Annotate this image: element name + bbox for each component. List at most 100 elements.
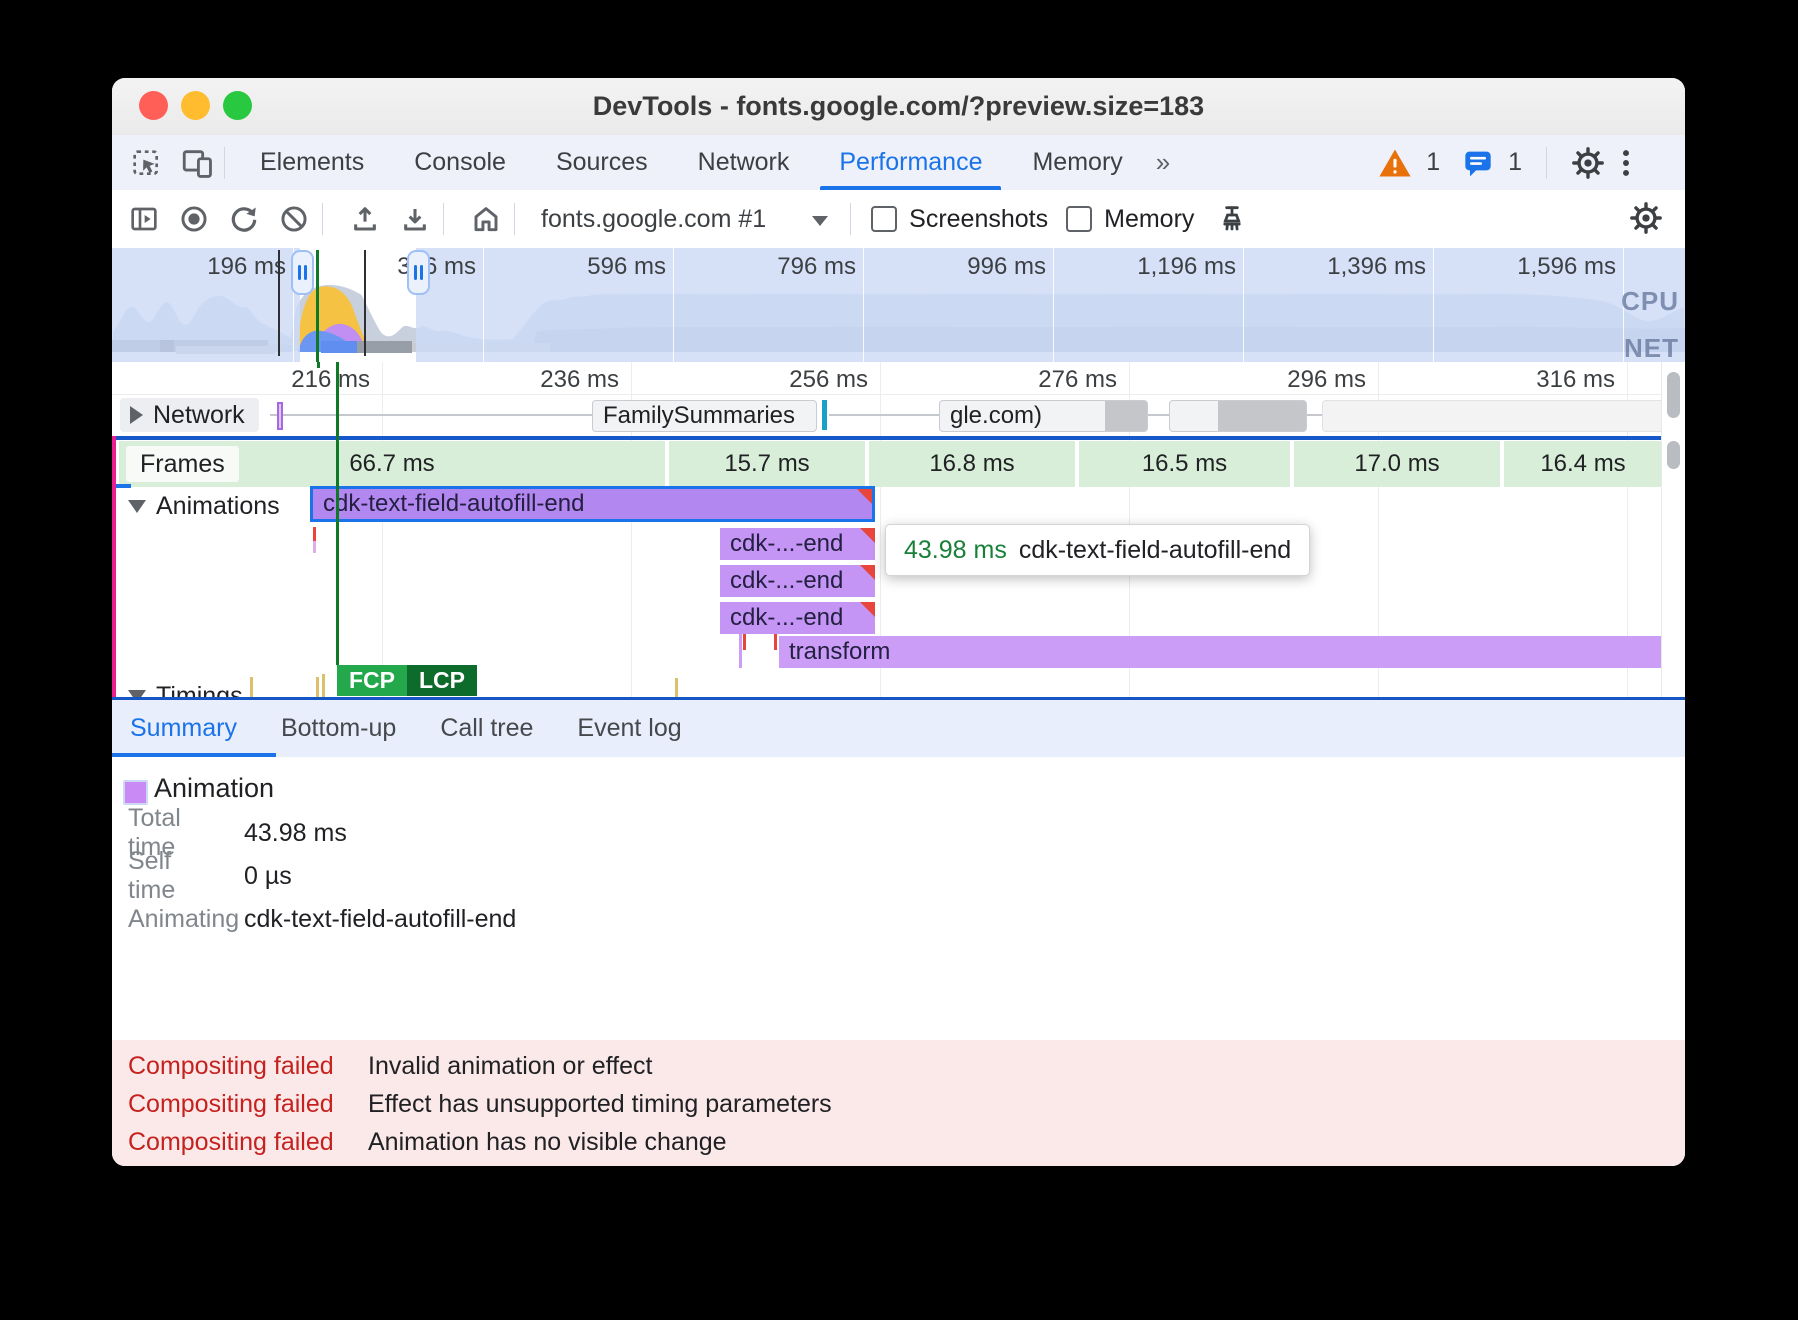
- tab-elements[interactable]: Elements: [235, 135, 389, 190]
- row-label: Animating: [128, 905, 224, 934]
- long-task-corner-icon: [860, 528, 875, 543]
- network-request[interactable]: gle.com): [939, 400, 1148, 432]
- tab-event-log[interactable]: Event log: [555, 714, 703, 743]
- chevron-down-icon[interactable]: [812, 216, 828, 226]
- frame-duration: 15.7 ms: [724, 450, 809, 478]
- record-button[interactable]: [176, 201, 212, 237]
- home-icon[interactable]: [468, 201, 504, 237]
- scrollbar-thumb[interactable]: [1667, 372, 1680, 418]
- animation-bar[interactable]: cdk-...-end: [720, 565, 875, 597]
- network-request[interactable]: [1322, 400, 1679, 432]
- tab-summary[interactable]: Summary: [112, 714, 259, 743]
- overview-tick: 596 ms: [536, 253, 666, 281]
- timing-tick: [322, 674, 325, 697]
- ruler-tick: 236 ms: [499, 366, 619, 394]
- cpu-label: CPU: [1621, 286, 1679, 317]
- animation-bar-label: cdk-...-end: [730, 567, 843, 595]
- disclosure-triangle-icon: [128, 500, 146, 513]
- summary-pane: Animation Total time 43.98 ms Self time …: [112, 757, 1685, 1166]
- network-request[interactable]: [1169, 400, 1307, 432]
- tooltip-name: cdk-text-field-autofill-end: [1019, 536, 1291, 565]
- inspect-icon[interactable]: [129, 146, 163, 180]
- compositing-warning-row: Compositing failed Animation has no visi…: [128, 1123, 727, 1161]
- animation-bar[interactable]: cdk-...-end: [720, 602, 875, 634]
- animation-color-swatch: [123, 780, 148, 805]
- network-track-label[interactable]: Network: [120, 398, 259, 432]
- transform-bar[interactable]: transform: [779, 636, 1662, 668]
- screenshots-label: Screenshots: [909, 205, 1048, 234]
- divider: [514, 203, 515, 235]
- animations-track-label[interactable]: Animations: [128, 492, 280, 521]
- divider: [850, 203, 851, 235]
- lcp-badge[interactable]: LCP: [407, 665, 477, 696]
- upload-profile-icon[interactable]: [347, 201, 383, 237]
- kebab-menu-icon[interactable]: [1619, 146, 1633, 180]
- device-toolbar-icon[interactable]: [180, 146, 214, 180]
- frame-duration: 17.0 ms: [1354, 450, 1439, 478]
- issues-icon[interactable]: [1462, 147, 1494, 179]
- tab-label: Sources: [556, 148, 648, 177]
- history-select[interactable]: fonts.google.com #1: [541, 205, 766, 234]
- frame-duration: 16.5 ms: [1142, 450, 1227, 478]
- divider: [322, 203, 323, 235]
- reload-record-button[interactable]: [226, 201, 262, 237]
- track-label: Timings: [156, 682, 243, 697]
- transform-tick: [739, 634, 742, 668]
- row-value: 43.98 ms: [244, 819, 347, 848]
- ruler-tick: 256 ms: [748, 366, 868, 394]
- disclosure-triangle-icon: [128, 690, 146, 697]
- frame-cell[interactable]: 16.5 ms: [1079, 441, 1290, 487]
- memory-label: Memory: [1104, 205, 1194, 234]
- frame-cell[interactable]: 17.0 ms: [1294, 441, 1500, 487]
- tab-label: Performance: [839, 148, 982, 177]
- overview-marker-line: [278, 250, 280, 356]
- divider: [443, 203, 444, 235]
- timings-track-label[interactable]: Timings: [128, 682, 243, 697]
- warning-label: Compositing failed: [128, 1128, 346, 1157]
- settings-gear-icon[interactable]: [1571, 146, 1605, 180]
- warning-message: Effect has unsupported timing parameters: [368, 1090, 832, 1119]
- scrollbar-track[interactable]: [1661, 362, 1685, 697]
- tab-sources[interactable]: Sources: [531, 135, 673, 190]
- frame-cell[interactable]: 15.7 ms: [669, 441, 865, 487]
- frame-duration: 66.7 ms: [349, 450, 434, 478]
- summary-row: Self time 0 µs: [128, 859, 292, 893]
- fcp-marker-line: [336, 362, 339, 665]
- fcp-badge[interactable]: FCP: [337, 665, 407, 696]
- tab-performance[interactable]: Performance: [814, 135, 1007, 190]
- collect-garbage-icon[interactable]: [1214, 201, 1250, 237]
- toggle-sidebar-icon[interactable]: [126, 201, 162, 237]
- ruler-tick: 296 ms: [1246, 366, 1366, 394]
- request-solid-bar: [1218, 401, 1306, 431]
- animation-bar-selected[interactable]: cdk-text-field-autofill-end: [310, 486, 875, 522]
- download-profile-icon[interactable]: [397, 201, 433, 237]
- flame-chart[interactable]: 216 ms 236 ms 256 ms 276 ms 296 ms 316 m…: [112, 362, 1685, 697]
- network-request[interactable]: FamilySummaries: [592, 400, 817, 432]
- scrollbar-thumb[interactable]: [1667, 441, 1680, 469]
- warning-count: 1: [1426, 148, 1440, 177]
- tab-network[interactable]: Network: [673, 135, 815, 190]
- memory-checkbox[interactable]: [1066, 206, 1092, 232]
- capture-settings-gear-icon[interactable]: [1629, 201, 1663, 235]
- selection-handle-left[interactable]: [291, 250, 314, 295]
- overview-tick: 1,396 ms: [1296, 253, 1426, 281]
- timeline-overview[interactable]: 196 ms 396 ms 596 ms 796 ms 996 ms 1,196…: [112, 248, 1685, 363]
- warning-label: Compositing failed: [128, 1090, 346, 1119]
- screenshots-checkbox[interactable]: [871, 206, 897, 232]
- network-request-tick[interactable]: [277, 402, 283, 430]
- more-tabs-icon[interactable]: »: [1148, 147, 1175, 178]
- issues-count: 1: [1508, 148, 1522, 177]
- frames-track[interactable]: 66.7 ms 15.7 ms 16.8 ms 16.5 ms 17.0 ms …: [119, 441, 1662, 487]
- selection-handle-right[interactable]: [407, 250, 430, 295]
- frame-cell[interactable]: 16.8 ms: [869, 441, 1075, 487]
- overview-tick: 796 ms: [726, 253, 856, 281]
- animation-bar[interactable]: cdk-...-end: [720, 528, 875, 560]
- warning-icon[interactable]: [1378, 147, 1412, 179]
- tab-console[interactable]: Console: [389, 135, 531, 190]
- tab-bottom-up[interactable]: Bottom-up: [259, 714, 418, 743]
- frame-cell[interactable]: 16.4 ms: [1504, 441, 1662, 487]
- tab-memory[interactable]: Memory: [1007, 135, 1147, 190]
- tab-call-tree[interactable]: Call tree: [418, 714, 555, 743]
- load-marker-line: [112, 436, 116, 697]
- clear-button[interactable]: [276, 201, 312, 237]
